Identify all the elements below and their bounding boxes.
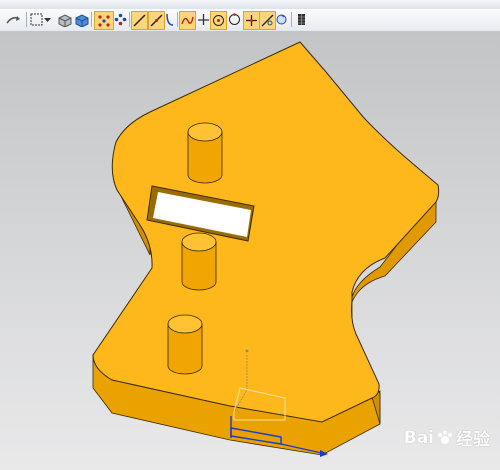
boss-cylinder-2-top: [181, 232, 217, 252]
spline-icon[interactable]: [179, 11, 196, 30]
refresh-view-icon[interactable]: [274, 11, 288, 28]
snap-grid-icon[interactable]: [113, 11, 127, 28]
rotate-icon[interactable]: [2, 11, 24, 28]
dropdown-arrow-icon[interactable]: [43, 11, 52, 28]
display-toggle-icon[interactable]: [295, 11, 307, 28]
paw-icon: [438, 430, 452, 444]
solid-view-icon[interactable]: [73, 11, 89, 28]
watermark-logo: Bai 经验: [403, 425, 490, 451]
main-toolbar: [0, 9, 500, 32]
boss-cylinder-1-top: [187, 122, 223, 142]
quadrant-icon[interactable]: [227, 11, 241, 28]
line-icon[interactable]: [131, 11, 148, 30]
select-box-icon[interactable]: [29, 11, 43, 28]
intersection-icon[interactable]: [243, 11, 260, 30]
toolbar-separator: [177, 12, 178, 27]
part-top-face: [92, 41, 440, 423]
circle-center-icon[interactable]: [210, 11, 227, 30]
watermark-suffix: 经验: [456, 430, 490, 450]
toolbar-separator: [129, 12, 130, 27]
snap-point-icon[interactable]: [94, 11, 114, 30]
boss-cylinder-3-top: [167, 314, 203, 334]
tangent-line-icon[interactable]: [148, 11, 165, 30]
graphics-viewport[interactable]: Bai 经验: [0, 31, 500, 470]
toolbar-separator: [26, 12, 27, 27]
shaded-view-icon[interactable]: [56, 11, 72, 28]
perpendicular-icon[interactable]: [196, 11, 210, 28]
watermark-text: Bai: [403, 427, 434, 448]
toolbar-separator: [91, 12, 92, 27]
arc-icon[interactable]: [164, 11, 176, 28]
toolbar-separator: [291, 12, 292, 27]
part-model[interactable]: [0, 31, 500, 470]
cad-window: Bai 经验: [0, 0, 500, 470]
